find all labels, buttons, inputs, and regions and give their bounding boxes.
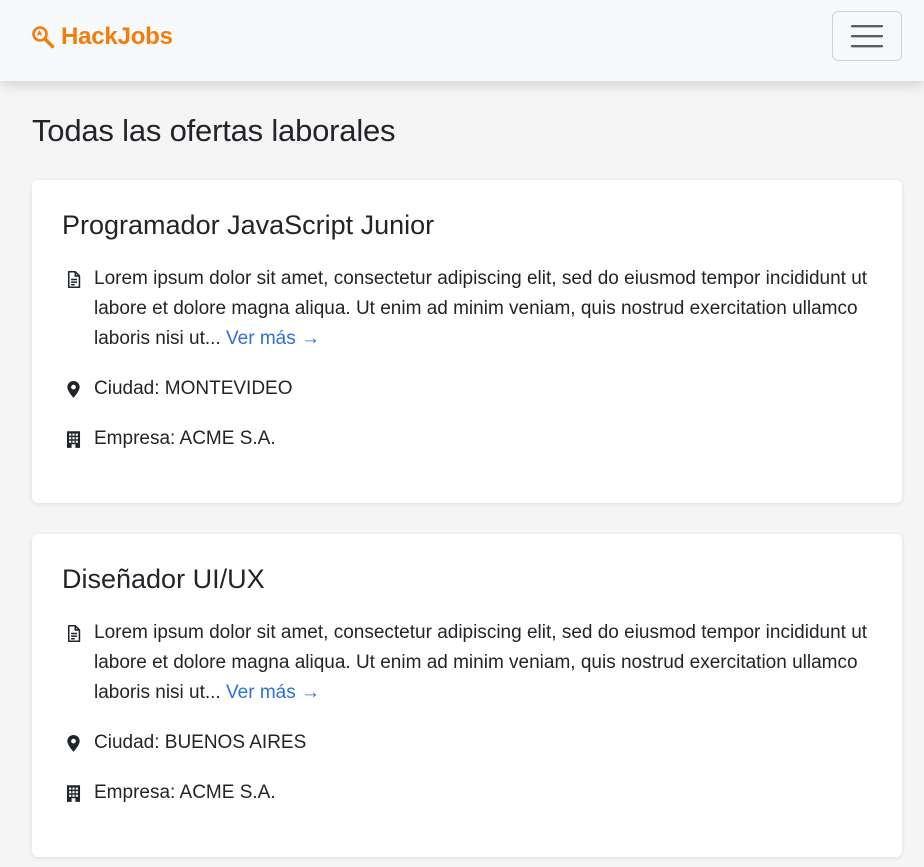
job-title: Programador JavaScript Junior bbox=[62, 210, 435, 240]
see-more-link[interactable]: Ver más → bbox=[226, 682, 320, 703]
building-icon bbox=[62, 424, 84, 454]
brand-name: HackJobs bbox=[61, 23, 173, 50]
brand-link[interactable]: HackJobs bbox=[31, 23, 173, 51]
job-description-text: Lorem ipsum dolor sit amet, consectetur … bbox=[94, 622, 868, 703]
job-city-row: Ciudad: BUENOS AIRES bbox=[62, 728, 872, 758]
map-pin-icon bbox=[62, 728, 84, 758]
job-city: Ciudad: BUENOS AIRES bbox=[94, 732, 307, 753]
page-title: Todas las ofertas laborales bbox=[32, 113, 396, 148]
navbar: HackJobs bbox=[0, 0, 924, 81]
job-title: Diseñador UI/UX bbox=[62, 564, 265, 594]
job-city: Ciudad: MONTEVIDEO bbox=[94, 378, 293, 399]
hamburger-menu-icon bbox=[850, 23, 884, 49]
job-description-text: Lorem ipsum dolor sit amet, consectetur … bbox=[94, 268, 868, 349]
job-description-row: Lorem ipsum dolor sit amet, consectetur … bbox=[62, 264, 872, 354]
job-description: Lorem ipsum dolor sit amet, consectetur … bbox=[94, 264, 872, 354]
job-company-row: Empresa: ACME S.A. bbox=[62, 778, 872, 808]
search-magnifier-icon bbox=[31, 25, 55, 49]
job-company: Empresa: ACME S.A. bbox=[94, 782, 276, 803]
job-card: Diseñador UI/UX Lorem ipsum dolor sit am… bbox=[32, 534, 902, 857]
job-description-row: Lorem ipsum dolor sit amet, consectetur … bbox=[62, 618, 872, 708]
job-company: Empresa: ACME S.A. bbox=[94, 428, 276, 449]
job-card: Programador JavaScript Junior Lorem ipsu… bbox=[32, 180, 902, 503]
document-icon bbox=[62, 264, 84, 294]
job-description: Lorem ipsum dolor sit amet, consectetur … bbox=[94, 618, 872, 708]
map-pin-icon bbox=[62, 374, 84, 404]
menu-toggle-button[interactable] bbox=[832, 11, 902, 61]
job-city-row: Ciudad: MONTEVIDEO bbox=[62, 374, 872, 404]
see-more-link[interactable]: Ver más → bbox=[226, 328, 320, 349]
building-icon bbox=[62, 778, 84, 808]
document-icon bbox=[62, 618, 84, 648]
job-company-row: Empresa: ACME S.A. bbox=[62, 424, 872, 454]
